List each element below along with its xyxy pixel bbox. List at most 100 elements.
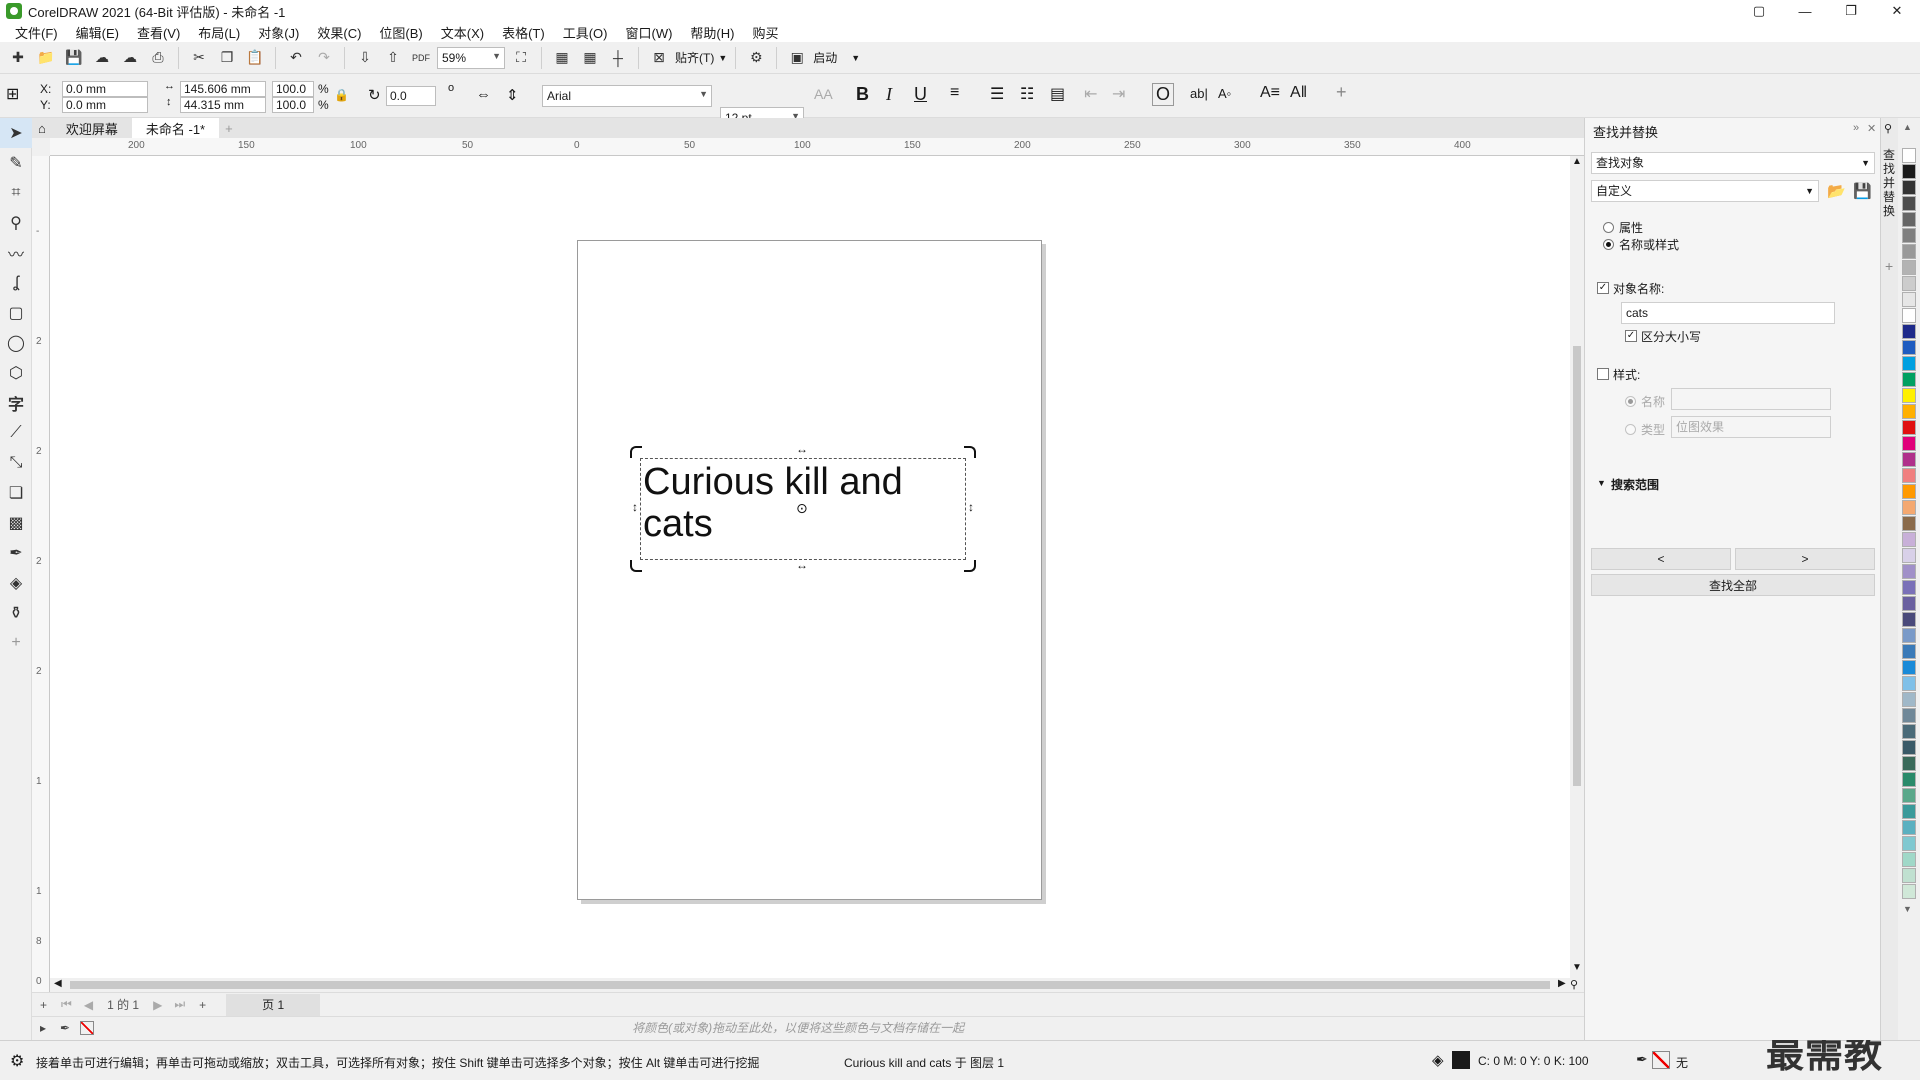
options-gear-icon[interactable]: ⚙ bbox=[744, 46, 768, 70]
color-swatch[interactable] bbox=[1902, 596, 1916, 611]
interactive-fill-icon[interactable]: ◈ bbox=[0, 568, 32, 598]
pick-tool-icon[interactable]: ➤ bbox=[0, 118, 32, 148]
color-swatch[interactable] bbox=[1902, 180, 1916, 195]
menu-edit[interactable]: 编辑(E) bbox=[67, 23, 128, 42]
radio-style-name[interactable] bbox=[1625, 396, 1636, 407]
smart-fill-icon[interactable]: ⚱ bbox=[0, 598, 32, 628]
undo-icon[interactable]: ↶ bbox=[284, 46, 308, 70]
horizontal-ruler[interactable]: 200 150 100 50 0 50 100 150 200 250 300 … bbox=[50, 138, 1584, 156]
resize-handle-top[interactable]: ↔ bbox=[796, 442, 808, 456]
color-swatch[interactable] bbox=[1902, 484, 1916, 499]
resize-handle-right[interactable]: ↕ bbox=[968, 500, 974, 514]
color-swatch[interactable] bbox=[1902, 740, 1916, 755]
vertical-ruler[interactable]: - 2 2 2 2 1 1 8 0 bbox=[32, 156, 50, 1000]
color-swatch[interactable] bbox=[1902, 516, 1916, 531]
menu-effects[interactable]: 效果(C) bbox=[308, 23, 370, 42]
cloud-upload-icon[interactable]: ☁ bbox=[90, 46, 114, 70]
color-swatch[interactable] bbox=[1902, 436, 1916, 451]
status-settings-gear-icon[interactable]: ⚙ bbox=[10, 1051, 24, 1071]
color-swatch[interactable] bbox=[1902, 196, 1916, 211]
snap-off-icon[interactable]: ⊠ bbox=[647, 46, 671, 70]
radio-style-type[interactable] bbox=[1625, 424, 1636, 435]
paste-icon[interactable]: 📋 bbox=[243, 46, 267, 70]
color-swatch[interactable] bbox=[1902, 868, 1916, 883]
color-swatch[interactable] bbox=[1902, 772, 1916, 787]
export-icon[interactable]: ⇧ bbox=[381, 46, 405, 70]
menu-bitmaps[interactable]: 位图(B) bbox=[370, 23, 431, 42]
selection-corner-handle[interactable] bbox=[630, 446, 642, 458]
rotation-input[interactable]: 0.0 bbox=[386, 86, 436, 106]
increase-indent-icon[interactable]: ⇥ bbox=[1112, 84, 1125, 104]
close-button[interactable]: ✕ bbox=[1874, 0, 1920, 22]
docker-collapse-icon[interactable]: » bbox=[1853, 122, 1859, 134]
selection-corner-handle[interactable] bbox=[630, 560, 642, 572]
color-swatch[interactable] bbox=[1902, 308, 1916, 323]
scroll-right-icon[interactable]: ▶ bbox=[1558, 978, 1566, 989]
open-preset-folder-icon[interactable]: 📂 bbox=[1827, 182, 1846, 200]
preset-select[interactable]: 自定义 ▼ bbox=[1591, 180, 1819, 202]
no-color-swatch[interactable] bbox=[80, 1020, 95, 1035]
color-swatch[interactable] bbox=[1902, 340, 1916, 355]
add-docker-icon[interactable]: + bbox=[1885, 258, 1893, 274]
transparency-tool-icon[interactable]: ▩ bbox=[0, 508, 32, 538]
color-swatch[interactable] bbox=[1902, 452, 1916, 467]
radio-attributes[interactable] bbox=[1603, 222, 1614, 233]
color-swatch[interactable] bbox=[1902, 612, 1916, 627]
menu-window[interactable]: 窗口(W) bbox=[616, 23, 681, 42]
selection-corner-handle[interactable] bbox=[964, 560, 976, 572]
find-previous-button[interactable]: < bbox=[1591, 548, 1731, 570]
new-document-icon[interactable]: ✚ bbox=[6, 46, 30, 70]
save-preset-icon[interactable]: 💾 bbox=[1853, 182, 1872, 200]
color-swatch[interactable] bbox=[1902, 532, 1916, 547]
color-swatch[interactable] bbox=[1902, 884, 1916, 899]
italic-icon[interactable]: I bbox=[886, 84, 892, 105]
object-name-checkbox[interactable]: ✓ bbox=[1597, 282, 1609, 294]
eyedropper-icon[interactable]: ✒ bbox=[60, 1021, 70, 1035]
y-position-input[interactable]: 0.0 mm bbox=[62, 97, 148, 113]
copy-icon[interactable]: ❐ bbox=[215, 46, 239, 70]
new-tab-icon[interactable]: + bbox=[219, 118, 239, 138]
add-tool-icon[interactable]: + bbox=[0, 628, 32, 658]
rotation-center-icon[interactable]: ⊙ bbox=[796, 500, 808, 517]
selection-corner-handle[interactable] bbox=[964, 446, 976, 458]
bold-icon[interactable]: B bbox=[856, 84, 869, 105]
menu-file[interactable]: 文件(F) bbox=[6, 23, 67, 42]
horizontal-scroll-thumb[interactable] bbox=[70, 981, 1550, 989]
color-swatch[interactable] bbox=[1902, 788, 1916, 803]
add-icon[interactable]: + bbox=[1336, 82, 1347, 103]
find-next-button[interactable]: > bbox=[1735, 548, 1875, 570]
find-replace-tab-icon[interactable]: ⚲ bbox=[1884, 122, 1892, 135]
resize-handle-left[interactable]: ↕ bbox=[632, 500, 638, 514]
menu-tools[interactable]: 工具(O) bbox=[554, 23, 617, 42]
menu-table[interactable]: 表格(T) bbox=[493, 23, 554, 42]
home-icon[interactable]: ⌂ bbox=[32, 118, 52, 138]
color-swatch[interactable] bbox=[1902, 660, 1916, 675]
zoom-level-select[interactable]: 59% ▼ bbox=[437, 46, 505, 69]
color-swatch[interactable] bbox=[1902, 420, 1916, 435]
mirror-vertical-icon[interactable]: ⇕ bbox=[506, 86, 519, 104]
vertical-scrollbar[interactable]: ▲ ▼ bbox=[1570, 156, 1584, 978]
color-swatch[interactable] bbox=[1902, 292, 1916, 307]
connector-tool-icon[interactable]: ⤡ bbox=[0, 448, 32, 478]
palette-scroll-down-icon[interactable]: ▼ bbox=[1903, 904, 1912, 914]
search-scope-header[interactable]: 搜索范围 bbox=[1611, 476, 1659, 493]
palette-scroll-up-icon[interactable]: ▲ bbox=[1903, 122, 1912, 132]
freehand-tool-icon[interactable]: 〰 bbox=[0, 238, 32, 268]
match-case-checkbox[interactable]: ✓ bbox=[1625, 330, 1637, 342]
artistic-media-icon[interactable]: ʆ bbox=[0, 268, 32, 298]
show-guidelines-icon[interactable]: ┼ bbox=[606, 46, 630, 70]
chevron-down-icon[interactable]: ▼ bbox=[1597, 478, 1606, 488]
bullet-list-icon[interactable]: ☰ bbox=[990, 84, 1004, 104]
parallel-dimension-icon[interactable]: ⟋ bbox=[0, 418, 32, 448]
color-swatch[interactable] bbox=[1902, 228, 1916, 243]
restore-view-icon[interactable]: ▢ bbox=[1736, 0, 1782, 22]
page-tab-1[interactable]: 页 1 bbox=[226, 993, 321, 1016]
find-mode-select[interactable]: 查找对象 ▼ bbox=[1591, 152, 1875, 174]
show-rulers-icon[interactable]: ▦ bbox=[550, 46, 574, 70]
redo-icon[interactable]: ↷ bbox=[312, 46, 336, 70]
color-swatch[interactable] bbox=[1902, 628, 1916, 643]
launch-app-icon[interactable]: ▣ bbox=[785, 46, 809, 70]
save-icon[interactable]: 💾 bbox=[62, 46, 86, 70]
x-position-input[interactable]: 0.0 mm bbox=[62, 81, 148, 97]
text-tool-icon[interactable]: 字 bbox=[0, 388, 32, 418]
